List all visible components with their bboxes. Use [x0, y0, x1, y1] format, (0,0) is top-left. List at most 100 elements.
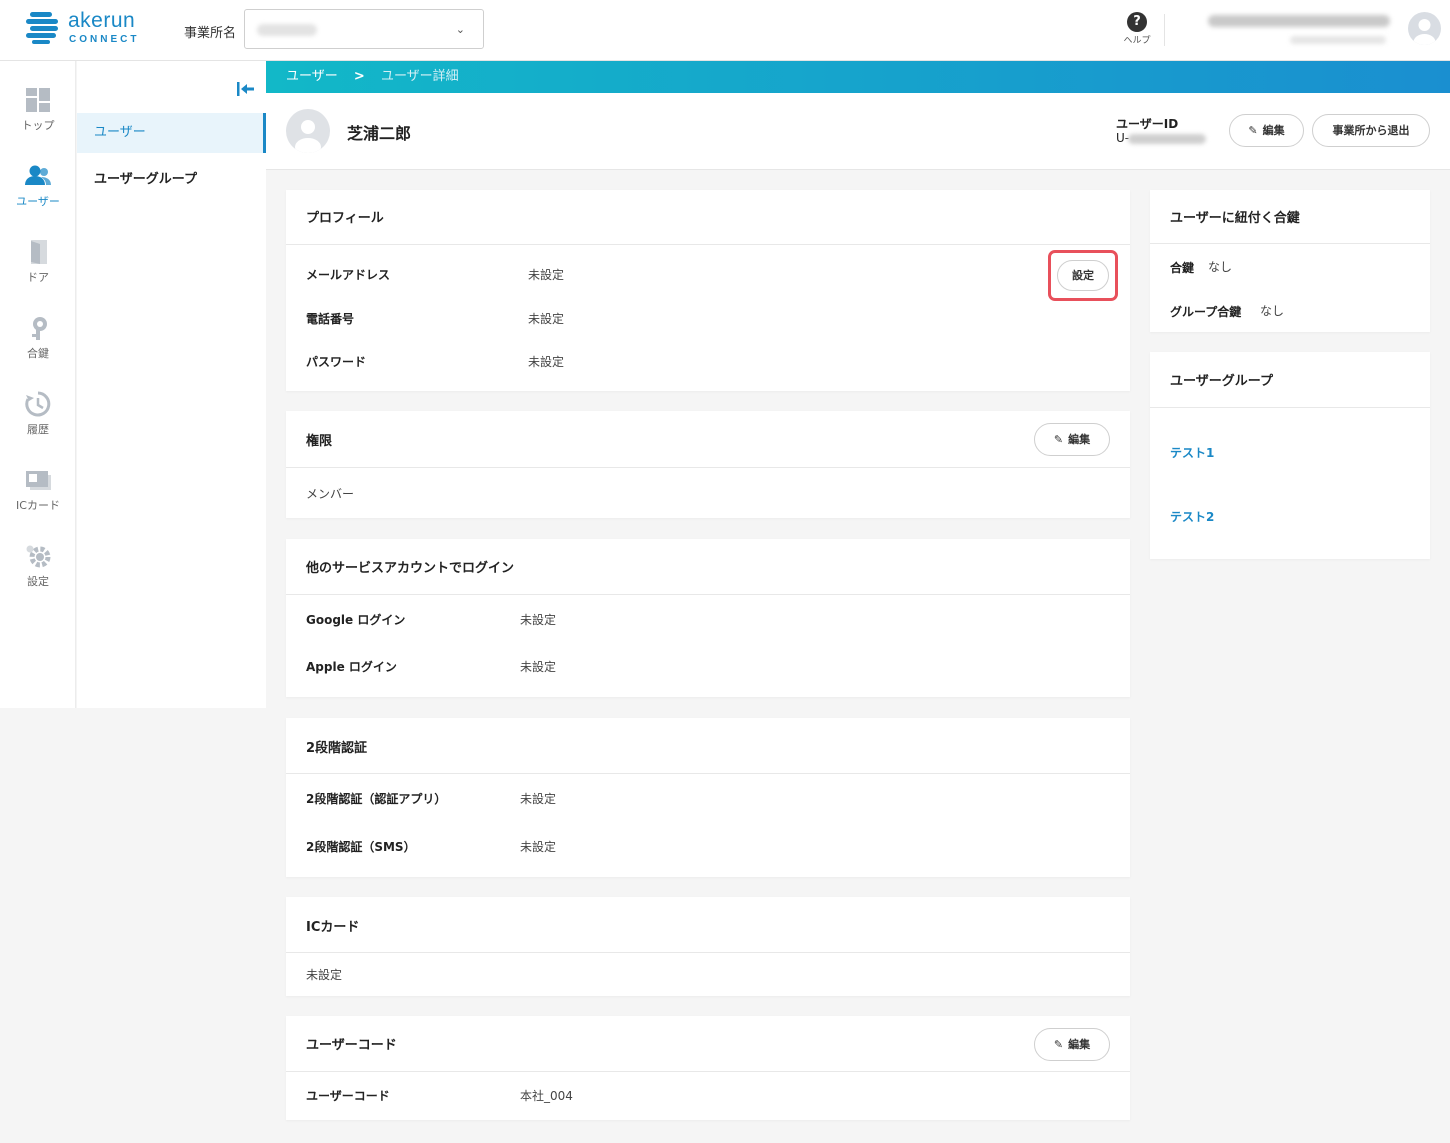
user-groups-title: ユーザーグループ: [1170, 374, 1273, 389]
edit-user-code-button[interactable]: ✎ 編集: [1034, 1028, 1110, 1061]
user-id-redacted: [1128, 134, 1206, 144]
user-code-title: ユーザーコード: [306, 1038, 397, 1053]
nav-item-settings[interactable]: 設定: [0, 543, 76, 613]
sub-nav-item-users[interactable]: ユーザー: [77, 113, 266, 153]
ic-card-value: 未設定: [306, 968, 343, 982]
user-avatar: [286, 109, 330, 153]
logo-text: akerun: [68, 9, 136, 32]
history-icon: [25, 391, 51, 417]
divider: [286, 467, 1130, 468]
two-factor-title: 2段階認証: [306, 741, 368, 756]
profile-card: プロフィール メールアドレス 未設定 電話番号 未設定 パスワード 未設定 設定: [286, 190, 1130, 391]
breadcrumb: ユーザー > ユーザー詳細: [266, 61, 1450, 93]
permission-card: 権限 ✎ 編集 メンバー: [286, 411, 1130, 518]
nav-item-users[interactable]: ユーザー: [0, 163, 76, 233]
divider: [286, 952, 1130, 953]
help-icon: ?: [1127, 12, 1147, 32]
edit-user-code-label: 編集: [1068, 1038, 1091, 1051]
office-select[interactable]: ⌄: [244, 9, 484, 49]
nav-item-history[interactable]: 履歴: [0, 391, 76, 461]
pencil-icon: ✎: [1053, 433, 1064, 446]
user-keys-card: ユーザーに紐付く合鍵 合鍵 なし グループ合鍵 なし: [1150, 190, 1430, 332]
two-factor-sms-label: 2段階認証（SMS）: [306, 840, 416, 854]
key-value: なし: [1208, 260, 1233, 274]
nav-label-settings: 設定: [27, 575, 49, 588]
key-icon: [32, 317, 47, 340]
permission-title: 権限: [306, 434, 333, 449]
nav-item-ic-card[interactable]: ICカード: [0, 467, 76, 537]
gear-icon: [26, 545, 51, 568]
user-code-label: ユーザーコード: [306, 1089, 390, 1103]
two-factor-app-value: 未設定: [520, 792, 557, 806]
header-divider: [1164, 14, 1165, 46]
divider: [1150, 243, 1430, 244]
email-value: 未設定: [528, 268, 565, 282]
users-icon: [25, 165, 51, 185]
breadcrumb-current: ユーザー詳細: [380, 69, 459, 84]
leave-office-button[interactable]: 事業所から退出: [1312, 114, 1430, 147]
group-key-label: グループ合鍵: [1170, 305, 1242, 319]
divider: [286, 594, 1130, 595]
akerun-logo[interactable]: akerun CONNECT: [26, 9, 146, 46]
group-key-value: なし: [1260, 304, 1285, 318]
nav-item-door[interactable]: ドア: [0, 239, 76, 309]
user-header: 芝浦二郎 ユーザーID U- ✎ 編集 事業所から退出: [266, 93, 1450, 170]
pencil-icon: ✎: [1248, 124, 1258, 137]
nav-label-keys: 合鍵: [27, 347, 49, 360]
breadcrumb-parent[interactable]: ユーザー: [286, 69, 338, 84]
service-login-title: 他のサービスアカウントでログイン: [306, 561, 515, 576]
profile-set-button[interactable]: 設定: [1057, 260, 1109, 291]
office-name-redacted: [257, 24, 317, 36]
nav-item-keys[interactable]: 合鍵: [0, 315, 76, 385]
nav-label-door: ドア: [27, 271, 49, 284]
profile-title: プロフィール: [306, 211, 384, 226]
dashboard-icon: [26, 88, 50, 112]
nav-label-history: 履歴: [27, 423, 49, 436]
permission-value: メンバー: [306, 487, 355, 501]
account-detail-redacted: [1290, 36, 1386, 44]
user-name: 芝浦二郎: [347, 124, 412, 143]
akerun-logo-icon: [26, 12, 58, 44]
google-login-label: Google ログイン: [306, 613, 406, 627]
main-nav: トップ ユーザー ドア 合鍵 履歴 ICカード 設定: [0, 61, 76, 708]
door-icon: [31, 240, 47, 264]
sub-nav-item-user-groups[interactable]: ユーザーグループ: [77, 160, 266, 200]
top-header: akerun CONNECT 事業所名 ⌄ ? ヘルプ: [0, 0, 1450, 61]
user-id-label: ユーザーID: [1116, 117, 1179, 131]
apple-login-label: Apple ログイン: [306, 660, 397, 674]
divider: [286, 1071, 1130, 1072]
user-group-link[interactable]: テスト1: [1170, 444, 1214, 461]
edit-permission-button[interactable]: ✎ 編集: [1034, 423, 1110, 456]
office-label: 事業所名: [184, 26, 237, 41]
account-avatar[interactable]: [1408, 12, 1441, 45]
avatar-icon: [1413, 19, 1436, 45]
phone-value: 未設定: [528, 312, 565, 326]
user-groups-card: ユーザーグループ テスト1 テスト2: [1150, 352, 1430, 559]
ic-card-icon: [26, 471, 51, 490]
divider: [1150, 407, 1430, 408]
user-keys-title: ユーザーに紐付く合鍵: [1170, 211, 1300, 226]
breadcrumb-separator: >: [353, 69, 365, 84]
two-factor-card: 2段階認証 2段階認証（認証アプリ） 未設定 2段階認証（SMS） 未設定: [286, 718, 1130, 877]
chevron-down-icon: ⌄: [455, 23, 465, 36]
nav-item-top[interactable]: トップ: [0, 87, 76, 157]
user-group-link[interactable]: テスト2: [1170, 508, 1214, 525]
two-factor-app-label: 2段階認証（認証アプリ）: [306, 792, 447, 806]
user-code-card: ユーザーコード ✎ 編集 ユーザーコード 本社_004: [286, 1016, 1130, 1120]
collapse-sidebar-icon[interactable]: [237, 81, 255, 97]
ic-card-title: ICカード: [306, 920, 360, 935]
help-button[interactable]: ? ヘルプ: [1118, 10, 1156, 46]
nav-label-ic-card: ICカード: [16, 499, 60, 512]
edit-user-label: 編集: [1262, 124, 1285, 137]
user-code-value: 本社_004: [520, 1089, 573, 1103]
key-label: 合鍵: [1170, 261, 1195, 275]
google-login-value: 未設定: [520, 613, 557, 627]
edit-permission-label: 編集: [1068, 433, 1091, 446]
help-label: ヘルプ: [1123, 36, 1151, 46]
password-value: 未設定: [528, 355, 565, 369]
pencil-icon: ✎: [1053, 1038, 1064, 1051]
service-login-card: 他のサービスアカウントでログイン Google ログイン 未設定 Apple ロ…: [286, 539, 1130, 697]
edit-user-button[interactable]: ✎ 編集: [1229, 114, 1304, 147]
account-name-redacted[interactable]: [1208, 15, 1390, 27]
phone-label: 電話番号: [306, 312, 355, 326]
